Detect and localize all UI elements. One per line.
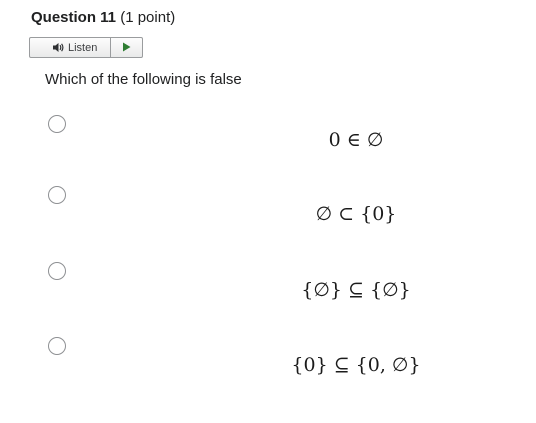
play-button[interactable] [111, 38, 142, 57]
question-header: Question 11 (1 point) [31, 9, 175, 27]
option-radio-4[interactable] [48, 337, 66, 355]
question-number: Question 11 [31, 9, 117, 26]
option-radio-2[interactable] [48, 186, 66, 204]
question-points: (1 point) [120, 9, 176, 26]
option-label-2: ∅ ⊂ {0} [315, 203, 397, 225]
listen-label: Listen [68, 41, 98, 54]
option-radio-3[interactable] [48, 262, 66, 280]
speaker-icon [52, 42, 65, 53]
option-label-4: {0} ⊆ {0, ∅} [291, 354, 421, 376]
option-label-1: 0 ∈ ∅ [328, 129, 384, 151]
option-label-3: {∅} ⊆ {∅} [301, 279, 411, 301]
listen-button[interactable]: Listen [30, 38, 111, 57]
play-icon [122, 39, 131, 57]
question-prompt: Which of the following is false [45, 71, 242, 88]
option-radio-1[interactable] [48, 115, 66, 133]
listen-widget: Listen [29, 37, 143, 58]
